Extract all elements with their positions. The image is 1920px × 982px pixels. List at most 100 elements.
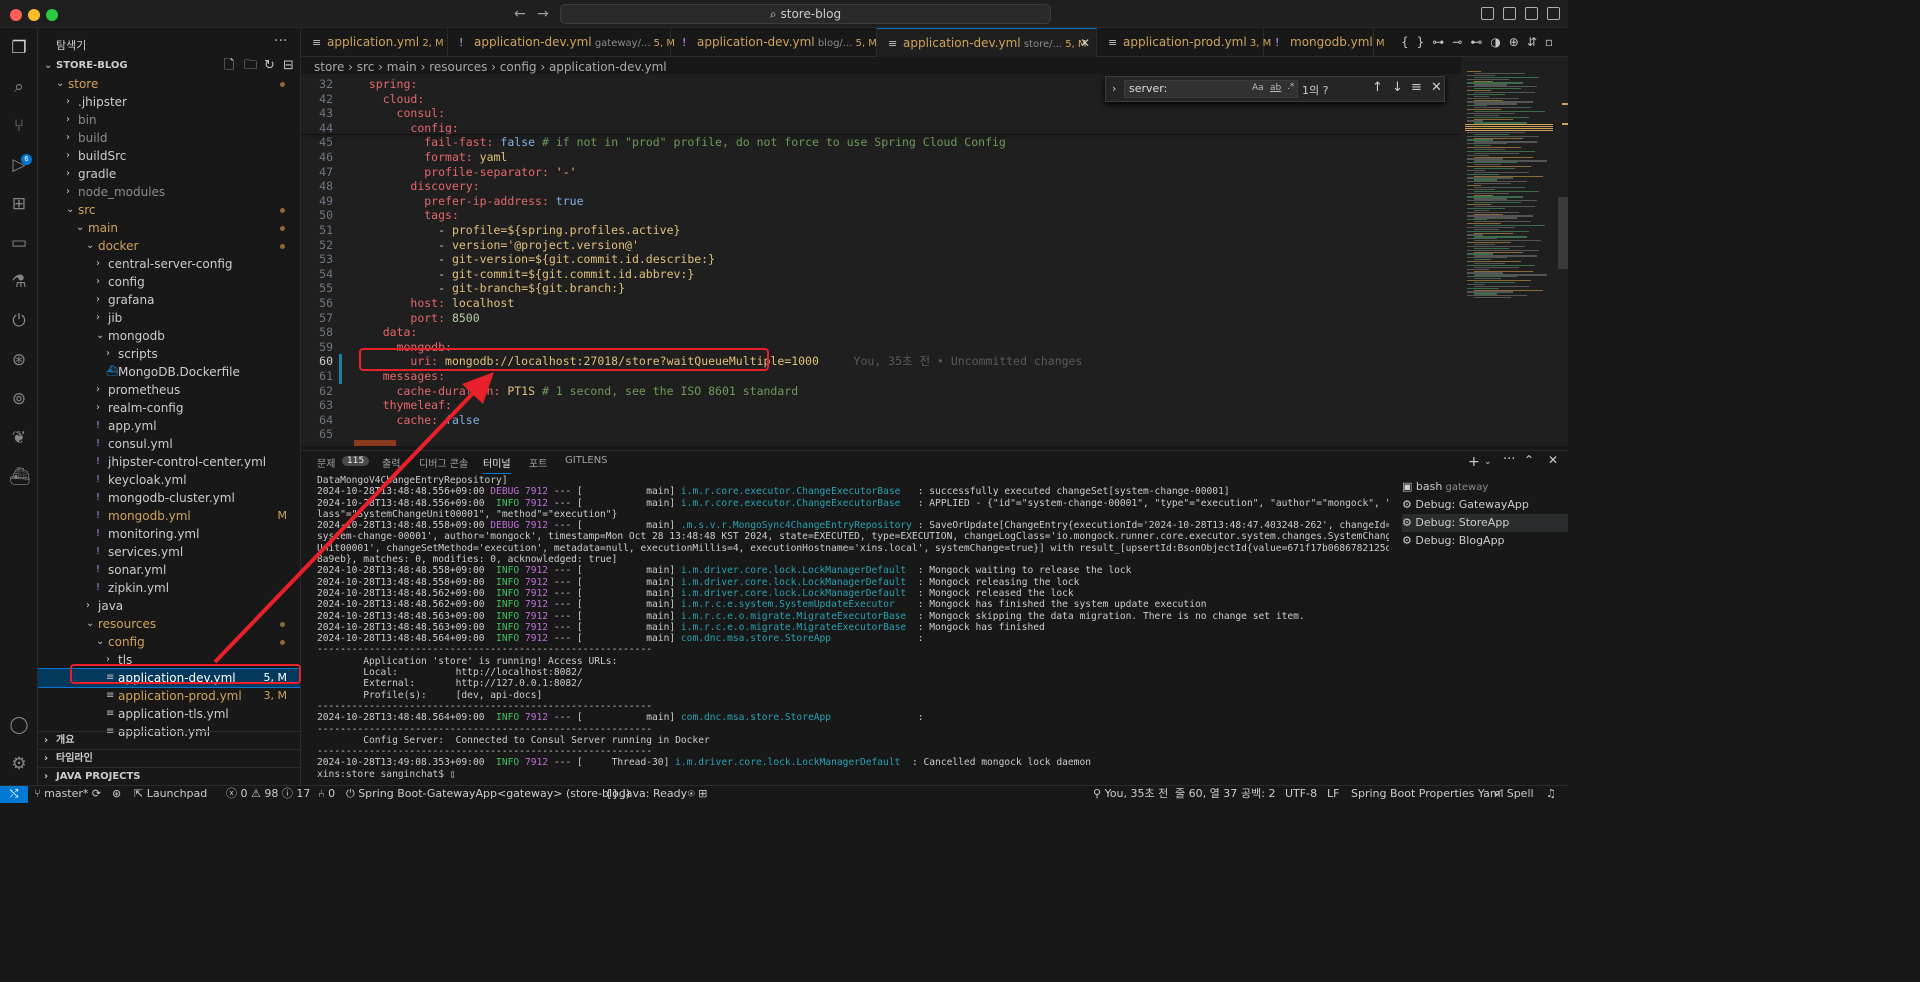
match-case-toggle[interactable]: Aa bbox=[1252, 83, 1264, 93]
terminal-output[interactable]: DataMongoV4ChangeEntryRepository] 2024-10… bbox=[317, 475, 1389, 785]
breadcrumb-item[interactable]: main bbox=[387, 60, 417, 74]
close-icon[interactable]: ✕ bbox=[1080, 29, 1090, 58]
breadcrumb-item[interactable]: application-dev.yml bbox=[549, 60, 667, 74]
new-terminal-icon[interactable]: + bbox=[1468, 454, 1480, 470]
java-status[interactable]: {} Java: Ready bbox=[605, 786, 687, 802]
gitlens-inspect-icon[interactable]: ⊚ bbox=[9, 389, 29, 409]
file-item[interactable]: ! sonar.yml bbox=[38, 561, 300, 579]
language-mode[interactable]: Spring Boot Properties Yaml bbox=[1351, 786, 1504, 802]
file-item[interactable]: ! services.yml bbox=[38, 543, 300, 561]
close-icon[interactable]: ✕ bbox=[1548, 453, 1558, 467]
file-item[interactable]: ! app.yml bbox=[38, 417, 300, 435]
chevron-down-icon[interactable]: ⌄ bbox=[1484, 457, 1492, 467]
spring-boot-icon[interactable]: ⏻ bbox=[9, 311, 29, 331]
folder-item[interactable]: › prometheus bbox=[38, 381, 300, 399]
folder-item[interactable]: › buildSrc bbox=[38, 147, 300, 165]
gitlens-blame[interactable]: ⚲ You, 35초 전 bbox=[1093, 786, 1168, 802]
breadcrumb-item[interactable]: config bbox=[500, 60, 537, 74]
outline-section[interactable]: › 개요 bbox=[38, 731, 300, 749]
testing-icon[interactable]: ⚗ bbox=[9, 272, 29, 292]
git-branch[interactable]: ⑂ master* ⟳ bbox=[34, 786, 101, 802]
settings-gear-icon[interactable]: ⚙ bbox=[9, 754, 29, 774]
file-item[interactable]: ! zipkin.yml bbox=[38, 579, 300, 597]
tab-ports[interactable]: 포트 bbox=[529, 455, 547, 470]
editor-actions-icon[interactable]: {}⊶⊸⊷◑⊕⇵▫ bbox=[1401, 35, 1561, 49]
minimap[interactable] bbox=[1461, 57, 1556, 446]
mongodb-leaf-icon[interactable]: ❦ bbox=[9, 428, 29, 448]
folder-item[interactable]: ⌄ store bbox=[38, 75, 300, 93]
editor-tab[interactable]: ! application-dev.yml gateway/... 5, M bbox=[448, 28, 675, 57]
editor-tab[interactable]: ! mongodb.yml M bbox=[1264, 28, 1385, 57]
breadcrumb-item[interactable]: resources bbox=[429, 60, 487, 74]
breadcrumb-item[interactable]: store bbox=[314, 60, 344, 74]
editor-tab[interactable]: ≡ application.yml 2, M bbox=[301, 28, 448, 57]
tab-output[interactable]: 출력 bbox=[382, 455, 400, 470]
code-editor[interactable]: 32 spring: 42 cloud: 43 consul: 44 config: 4… bbox=[301, 74, 1461, 446]
customize-layout-icon[interactable] bbox=[1547, 7, 1560, 20]
next-match-arrow-icon[interactable]: ↓ bbox=[1392, 80, 1403, 95]
terminal-list-item[interactable]: ⚙ Debug: GatewayApp bbox=[1402, 496, 1568, 514]
file-item[interactable]: ≡ application-prod.yml 3, M bbox=[38, 687, 300, 705]
timeline-section[interactable]: › 타임라인 bbox=[38, 749, 300, 767]
folder-item[interactable]: ⌄ docker bbox=[38, 237, 300, 255]
terminal-list-item[interactable]: ▣ bash gateway bbox=[1402, 478, 1568, 496]
new-folder-icon[interactable]: 🗀 bbox=[244, 57, 257, 75]
close-icon[interactable]: ✕ bbox=[1431, 80, 1442, 95]
folder-item[interactable]: › java bbox=[38, 597, 300, 615]
collapse-all-icon[interactable]: ⊟ bbox=[283, 57, 294, 75]
java-projects-section[interactable]: › JAVA PROJECTS bbox=[38, 767, 300, 785]
zoom-window-button[interactable] bbox=[46, 9, 58, 21]
new-file-icon[interactable]: 🗋 bbox=[224, 57, 234, 75]
minimize-window-button[interactable] bbox=[28, 9, 40, 21]
toggle-panel-icon[interactable] bbox=[1503, 7, 1516, 20]
docker-icon[interactable]: ⛴ bbox=[9, 467, 31, 487]
source-control-icon[interactable]: ⑂ bbox=[9, 116, 29, 136]
extensions-icon[interactable]: ⊞ bbox=[9, 194, 29, 214]
regex-toggle[interactable]: .* bbox=[1287, 82, 1294, 92]
explorer-icon[interactable]: ❐ bbox=[9, 38, 29, 58]
tab-gitlens[interactable]: GITLENS bbox=[565, 455, 608, 466]
folder-item[interactable]: › grafana bbox=[38, 291, 300, 309]
back-arrow-icon[interactable]: ← bbox=[514, 6, 526, 22]
tab-problems[interactable]: 문제 bbox=[317, 455, 335, 470]
scrollbar-thumb[interactable] bbox=[1558, 197, 1568, 269]
folder-item[interactable]: ⌄ main bbox=[38, 219, 300, 237]
more-actions-icon[interactable]: ··· bbox=[274, 33, 287, 49]
problems-summary[interactable]: ⓧ 0 ⚠ 98 ⓘ 17 bbox=[226, 786, 310, 802]
folder-item[interactable]: › jib bbox=[38, 309, 300, 327]
file-item[interactable]: ! jhipster-control-center.yml bbox=[38, 453, 300, 471]
editor-tab[interactable]: ≡ application-prod.yml 3, M bbox=[1097, 28, 1271, 57]
ports-forwarded[interactable]: ⑃ 0 bbox=[318, 786, 335, 802]
command-center-search[interactable]: ⌕ store-blog bbox=[560, 4, 1051, 24]
toggle-secondary-sidebar-icon[interactable] bbox=[1525, 7, 1538, 20]
gitlens-icon[interactable]: ⊛ bbox=[112, 786, 121, 802]
match-word-toggle[interactable]: ab bbox=[1270, 83, 1281, 93]
spring-boot-status[interactable]: ⏻ Spring Boot-GatewayApp<gateway> (store… bbox=[346, 786, 630, 802]
folder-item[interactable]: ⌄ resources bbox=[38, 615, 300, 633]
run-debug-icon[interactable]: ▷ bbox=[9, 155, 29, 175]
account-icon[interactable]: ◯ bbox=[9, 715, 29, 735]
spell-check[interactable]: ✓ Spell bbox=[1494, 786, 1534, 802]
file-item[interactable]: ≡ application-tls.yml bbox=[38, 705, 300, 723]
folder-item[interactable]: › config bbox=[38, 273, 300, 291]
editor-tab[interactable]: ! application-dev.yml blog/... 5, M bbox=[671, 28, 877, 57]
toggle-replace-chevron-icon[interactable]: › bbox=[1112, 82, 1116, 95]
find-in-selection-icon[interactable]: ≡ bbox=[1411, 80, 1422, 95]
maximize-panel-icon[interactable]: ⌃ bbox=[1524, 453, 1534, 467]
folder-item[interactable]: › gradle bbox=[38, 165, 300, 183]
toggle-primary-sidebar-icon[interactable] bbox=[1481, 7, 1494, 20]
previous-match-arrow-icon[interactable]: ↑ bbox=[1372, 80, 1383, 95]
cursor-position[interactable]: 줄 60, 열 37 bbox=[1175, 786, 1237, 802]
encoding[interactable]: UTF-8 bbox=[1285, 786, 1317, 802]
tab-debug-console[interactable]: 디버그 콘솔 bbox=[419, 455, 468, 470]
folder-item[interactable]: ⌄ config bbox=[38, 633, 300, 651]
terminal-list-item[interactable]: ⚙ Debug: StoreApp bbox=[1402, 514, 1568, 532]
folder-item[interactable]: › build bbox=[38, 129, 300, 147]
indentation[interactable]: 공백: 2 bbox=[1241, 786, 1275, 802]
editor-scrollbar[interactable] bbox=[1556, 57, 1568, 446]
launchpad[interactable]: ⇱ Launchpad bbox=[134, 786, 207, 802]
folder-item[interactable]: › central-server-config bbox=[38, 255, 300, 273]
file-item[interactable]: ! consul.yml bbox=[38, 435, 300, 453]
file-item[interactable]: ⛴ MongoDB.Dockerfile bbox=[38, 363, 300, 381]
folder-item[interactable]: › bin bbox=[38, 111, 300, 129]
